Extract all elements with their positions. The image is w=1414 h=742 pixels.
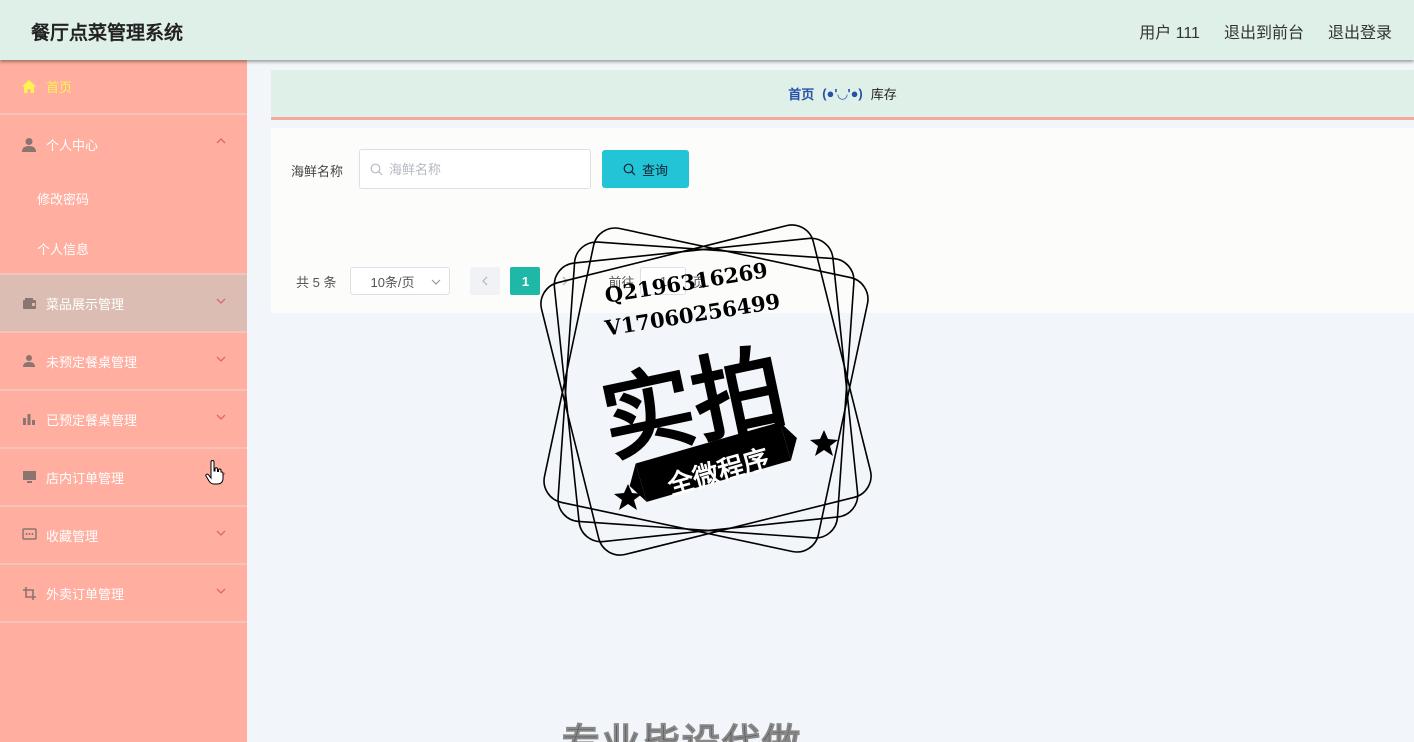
- sidebar-item-change-password[interactable]: 修改密码: [0, 173, 247, 223]
- user-label: 用户 111: [1139, 25, 1200, 42]
- header-actions: 用户 111 退出到前台 退出登录: [1139, 19, 1392, 43]
- sidebar: 首页 个人中心 修改密码 个人信息 菜品展示管理 未预定餐桌管理 已预定餐桌管理: [0, 60, 247, 742]
- hand-cursor-icon: [205, 460, 224, 485]
- query-button[interactable]: 查询: [602, 150, 689, 188]
- chevron-right-icon: [563, 276, 569, 286]
- sidebar-item-label: 未预定餐桌管理: [46, 354, 138, 370]
- page-size-value: 10条/页: [370, 274, 415, 290]
- chevron-down-icon: [216, 530, 226, 536]
- chevron-down-icon: [216, 356, 226, 362]
- sidebar-item-label: 店内订单管理: [46, 470, 125, 486]
- watermark-main: 实拍: [592, 332, 795, 476]
- watermark-bottom: 专业毕设代做: [561, 712, 802, 742]
- chevron-down-icon: [432, 279, 441, 285]
- sidebar-item-personal-info[interactable]: 个人信息: [0, 223, 247, 273]
- search-icon: [623, 163, 636, 175]
- wallet-icon: [20, 295, 38, 311]
- bar-chart-icon: [20, 411, 38, 427]
- goto-label: 前往: [608, 274, 635, 290]
- goto-page: 前往 页: [608, 267, 706, 295]
- top-header: 餐厅点菜管理系统 用户 111 退出到前台 退出登录: [0, 0, 1414, 60]
- breadcrumb: 首页 (●'◡'●) 库存: [271, 70, 1414, 120]
- chevron-left-icon: [482, 276, 488, 286]
- sidebar-item-label: 已预定餐桌管理: [46, 412, 138, 428]
- chat-icon: [20, 527, 38, 543]
- sidebar-item-label: 菜品展示管理: [46, 296, 125, 312]
- goto-suffix: 页: [692, 274, 706, 290]
- sidebar-item-home[interactable]: 首页: [0, 60, 247, 115]
- search-field: [359, 149, 591, 189]
- sidebar-item-takeout-orders[interactable]: 外卖订单管理: [0, 565, 247, 623]
- breadcrumb-current: 库存: [870, 87, 897, 102]
- prev-page-button[interactable]: [470, 267, 501, 295]
- chevron-down-icon: [216, 298, 226, 304]
- breadcrumb-home[interactable]: 首页: [788, 84, 814, 103]
- crop-icon: [20, 585, 38, 601]
- logout-link[interactable]: 退出登录: [1328, 19, 1392, 43]
- search-icon: [370, 163, 383, 175]
- breadcrumb-separator: (●'◡'●): [822, 85, 863, 101]
- sidebar-item-label: 个人中心: [46, 137, 99, 153]
- app-title: 餐厅点菜管理系统: [31, 23, 184, 44]
- sidebar-item-unreserved-tables[interactable]: 未预定餐桌管理: [0, 333, 247, 391]
- to-front-link[interactable]: 退出到前台: [1224, 19, 1304, 43]
- pagination: 共 5 条 10条/页 1 前往 页: [296, 267, 706, 295]
- goto-page-input[interactable]: [640, 267, 687, 295]
- main-panel: 海鲜名称 查询 共 5 条 10条/页 1 前往 页: [271, 128, 1414, 313]
- sidebar-item-label: 首页: [46, 80, 73, 95]
- search-label: 海鲜名称: [291, 164, 344, 179]
- personal-center-group: 个人中心 修改密码 个人信息: [0, 115, 247, 275]
- sidebar-item-dish-display[interactable]: 菜品展示管理: [0, 275, 247, 333]
- monitor-icon: [20, 469, 38, 485]
- sidebar-item-label: 收藏管理: [46, 528, 99, 544]
- next-page-button[interactable]: [550, 267, 580, 295]
- page-number-current[interactable]: 1: [510, 267, 541, 295]
- user-stamp-icon: [20, 353, 38, 369]
- chevron-down-icon: [216, 588, 226, 594]
- sidebar-item-label: 外卖订单管理: [46, 586, 125, 602]
- sidebar-item-reserved-tables[interactable]: 已预定餐桌管理: [0, 391, 247, 449]
- search-input[interactable]: [389, 161, 579, 177]
- user-icon: [20, 136, 38, 152]
- total-count: 共 5 条: [296, 274, 337, 290]
- chevron-down-icon: [216, 414, 226, 420]
- sidebar-item-personal-center[interactable]: 个人中心: [0, 115, 247, 173]
- query-button-label: 查询: [641, 162, 668, 178]
- chevron-up-icon: [216, 138, 226, 144]
- sidebar-item-favorites[interactable]: 收藏管理: [0, 507, 247, 565]
- page-size-select[interactable]: 10条/页: [350, 267, 451, 295]
- watermark-ribbon: 全微程序: [664, 444, 773, 502]
- home-icon: [20, 79, 38, 95]
